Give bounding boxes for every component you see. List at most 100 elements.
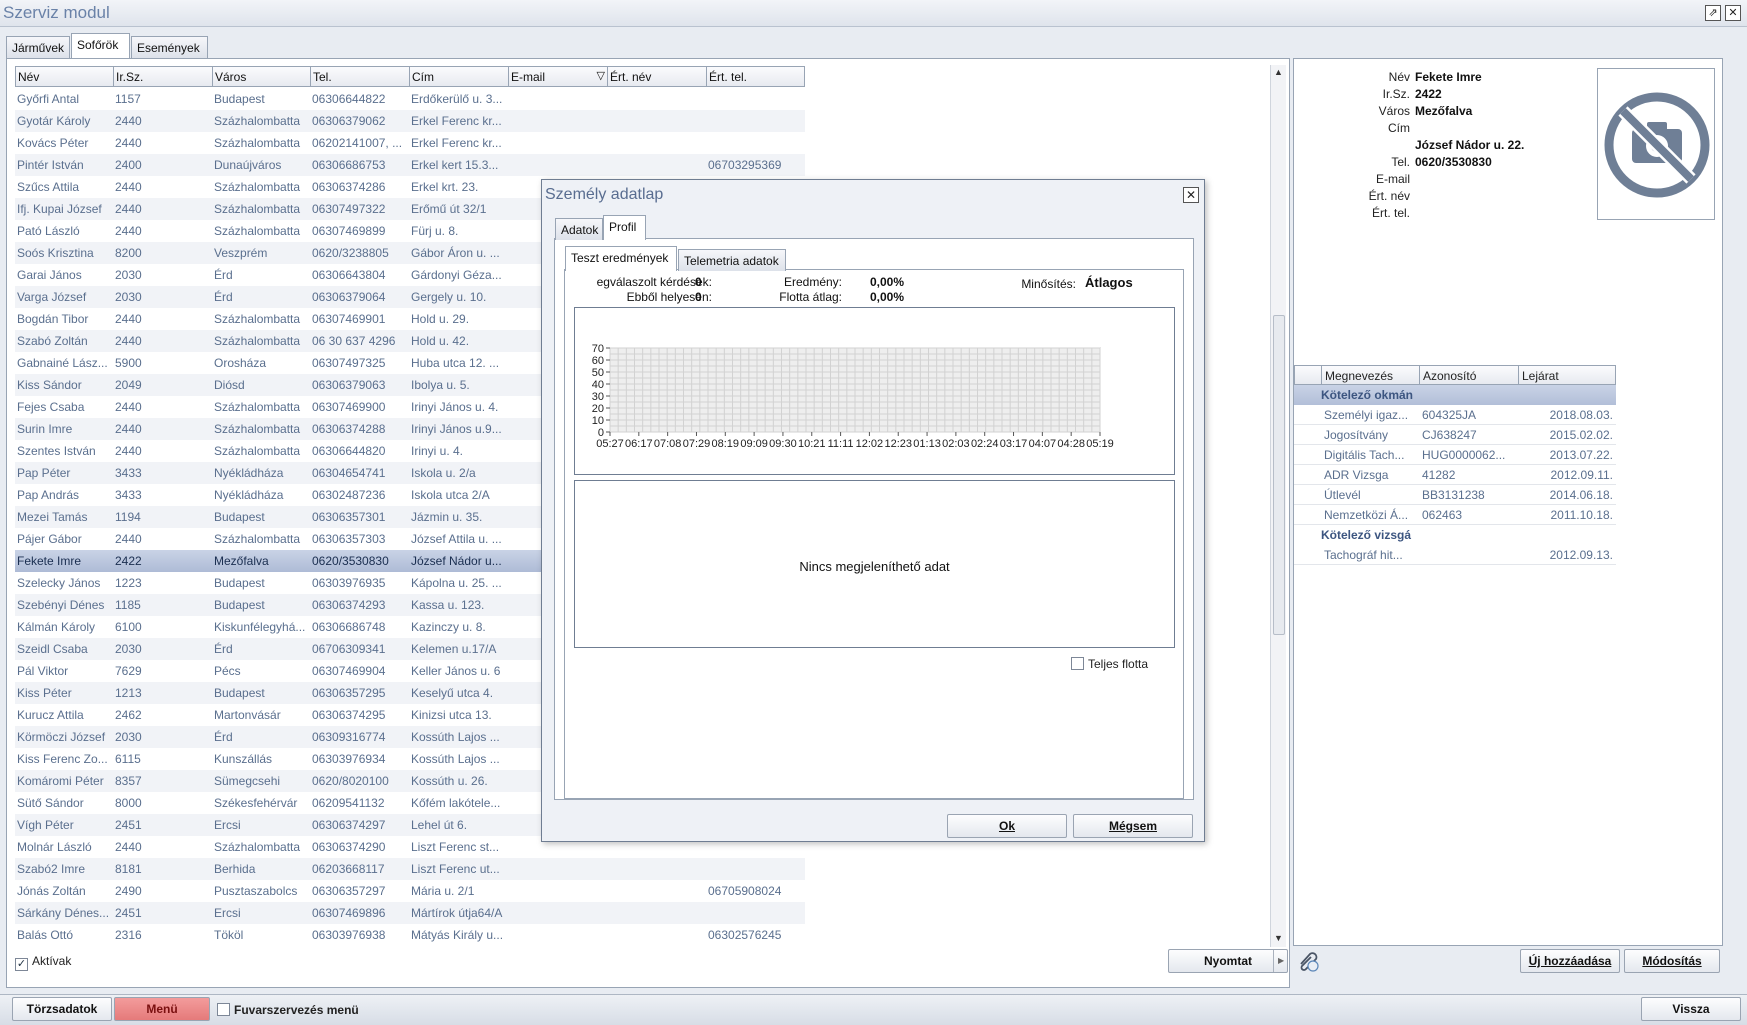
tab-test-results[interactable]: Teszt eredmények (565, 246, 677, 271)
table-row[interactable]: Jónás Zoltán 2490 Pusztaszabolcs 0630635729… (15, 880, 805, 902)
full-fleet-toggle[interactable]: Teljes flotta (1071, 657, 1148, 671)
tab-telemetry[interactable]: Telemetria adatok (678, 249, 786, 271)
pin-icon[interactable]: ⇗ (1705, 5, 1721, 21)
table-cell: József Attila u. ... (411, 532, 502, 546)
scroll-down-icon[interactable]: ▼ (1274, 933, 1283, 943)
tab-drivers[interactable]: Sofőrök (71, 33, 130, 58)
row-indent (1294, 445, 1321, 464)
documents-column-header[interactable] (1294, 365, 1321, 385)
ok-button[interactable]: Ok (947, 814, 1067, 838)
dropdown-arrow-icon[interactable]: ▶ (1278, 950, 1284, 972)
dialog-close-icon[interactable]: ✕ (1183, 187, 1199, 203)
table-cell: Százhalombatta (214, 532, 301, 546)
documents-row[interactable]: Tachográf hit... 2012.09.13. (1294, 545, 1616, 565)
modify-button[interactable]: Módosítás (1624, 949, 1720, 973)
documents-cell: 2014.06.18. (1549, 488, 1613, 502)
documents-row[interactable]: ADR Vizsga 41282 2012.09.11. (1294, 465, 1616, 485)
table-cell: Kiss Ferenc Zo... (17, 752, 108, 766)
x-tick-label: 12:02 (856, 438, 884, 450)
x-tick-label: 09:09 (740, 438, 768, 450)
table-cell: Százhalombatta (214, 136, 301, 150)
table-cell: Kovács Péter (17, 136, 89, 150)
full-fleet-checkbox[interactable] (1071, 657, 1084, 670)
column-header[interactable]: Név (15, 66, 113, 87)
table-cell: Szebényi Dénes (17, 598, 105, 612)
table-row[interactable]: Gyotár Károly 2440 Százhalombatta 063063790… (15, 110, 805, 132)
back-button[interactable]: Vissza (1641, 997, 1741, 1021)
x-tick-label: 03:17 (1000, 438, 1028, 450)
documents-group-header[interactable]: Kötelező okmán (1294, 385, 1616, 405)
table-cell: Jónás Zoltán (17, 884, 86, 898)
documents-column-header[interactable]: Lejárat (1518, 365, 1616, 385)
documents-row[interactable]: Nemzetközi Á... 062463 2011.10.18. (1294, 505, 1616, 525)
table-cell: Varga József (17, 290, 87, 304)
table-cell (508, 902, 607, 924)
transport-menu-checkbox[interactable] (217, 1003, 230, 1016)
column-header[interactable]: Város (212, 66, 310, 87)
table-cell: Kossúth u. 26. (411, 774, 488, 788)
cancel-button[interactable]: Mégsem (1073, 814, 1193, 838)
menu-button[interactable]: Menü (114, 997, 210, 1021)
documents-group-header[interactable]: Kötelező vizsgá (1294, 525, 1616, 545)
scroll-thumb[interactable] (1273, 315, 1285, 635)
table-cell: 06302576245 (708, 928, 782, 942)
table-cell: Pál Viktor (17, 664, 69, 678)
table-row[interactable]: Balás Ottó 2316 Tököl 06303976938 Mátyás Kir… (15, 924, 805, 946)
documents-column-header[interactable]: Azonosító (1419, 365, 1518, 385)
active-checkbox[interactable]: ✓ (15, 958, 28, 971)
documents-cell: 41282 (1422, 468, 1456, 482)
table-cell: 1213 (115, 686, 142, 700)
print-button[interactable]: Nyomtat ▶ (1168, 949, 1288, 973)
column-header[interactable]: Ir.Sz. (113, 66, 212, 87)
table-cell: 06307497322 (312, 202, 386, 216)
documents-row[interactable]: Útlevél BB3131238 2014.06.18. (1294, 485, 1616, 505)
table-cell (508, 88, 607, 110)
close-icon[interactable]: ✕ (1725, 5, 1741, 21)
x-tick-label: 04:07 (1029, 438, 1057, 450)
table-cell (607, 880, 706, 902)
table-cell: 06306357301 (312, 510, 386, 524)
attachment-icon[interactable] (1295, 948, 1321, 974)
table-row[interactable]: Kovács Péter 2440 Százhalombatta 0620214100… (15, 132, 805, 154)
table-cell: Irinyi u. 4. (411, 444, 464, 458)
table-cell: Ercsi (214, 818, 241, 832)
table-cell: 3433 (115, 466, 142, 480)
table-row[interactable]: Győrfi Antal 1157 Budapest 06306644822 Erdők… (15, 88, 805, 110)
table-scrollbar[interactable]: ▲ ▼ (1270, 65, 1286, 947)
transport-menu-toggle[interactable]: Fuvarszervezés menü (217, 1003, 359, 1017)
tab-adatok[interactable]: Adatok (555, 218, 603, 240)
column-header[interactable]: Ért. tel. (706, 66, 805, 87)
add-new-button[interactable]: Új hozzáadása (1520, 949, 1620, 973)
table-cell (706, 132, 805, 154)
row-indent (1294, 505, 1321, 524)
table-cell: Kassa u. 123. (411, 598, 485, 612)
documents-row[interactable]: Jogosítvány CJ638247 2015.02.02. (1294, 425, 1616, 445)
table-cell: Kőfém lakótele... (411, 796, 501, 810)
tab-profil[interactable]: Profil (603, 215, 646, 240)
master-data-button[interactable]: Törzsadatok (12, 997, 112, 1021)
table-row[interactable]: Szabó2 Imre 8181 Berhida 06203668117 Liszt F… (15, 858, 805, 880)
column-header[interactable]: E-mail ▽ (508, 66, 607, 87)
documents-column-header[interactable]: Megnevezés (1321, 365, 1419, 385)
documents-row[interactable]: Személyi igaz... 604325JA 2018.08.03. (1294, 405, 1616, 425)
column-header[interactable]: Cím (409, 66, 508, 87)
table-cell: 06306374295 (312, 708, 386, 722)
driver-photo[interactable] (1597, 68, 1715, 220)
column-header[interactable]: Tel. (310, 66, 409, 87)
documents-row[interactable]: Digitális Tach... HUG0000062... 2013.07.22… (1294, 445, 1616, 465)
table-cell: Erkel Ferenc kr... (411, 114, 502, 128)
table-cell (508, 880, 607, 902)
table-row[interactable]: Sárkány Dénes... 2451 Ercsi 06307469896 Márt… (15, 902, 805, 924)
table-cell: Liszt Ferenc st... (411, 840, 500, 854)
tab-events[interactable]: Események (131, 36, 208, 58)
tab-vehicles[interactable]: Járművek (6, 36, 70, 58)
active-filter[interactable]: ✓ Aktívak (15, 954, 71, 971)
sort-arrow-icon[interactable]: ▽ (597, 69, 605, 82)
results-chart-svg: 01020304050607005:27 06:17 07:08 07:29 08:19… (592, 343, 1114, 450)
split-divider (1273, 950, 1274, 972)
table-cell: Mezei Tamás (17, 510, 88, 524)
column-header[interactable]: Ért. név (607, 66, 706, 87)
documents-cell: 2011.10.18. (1550, 508, 1613, 522)
table-row[interactable]: Pintér István 2400 Dunaújváros 06306686753 E… (15, 154, 805, 176)
scroll-up-icon[interactable]: ▲ (1274, 67, 1283, 77)
